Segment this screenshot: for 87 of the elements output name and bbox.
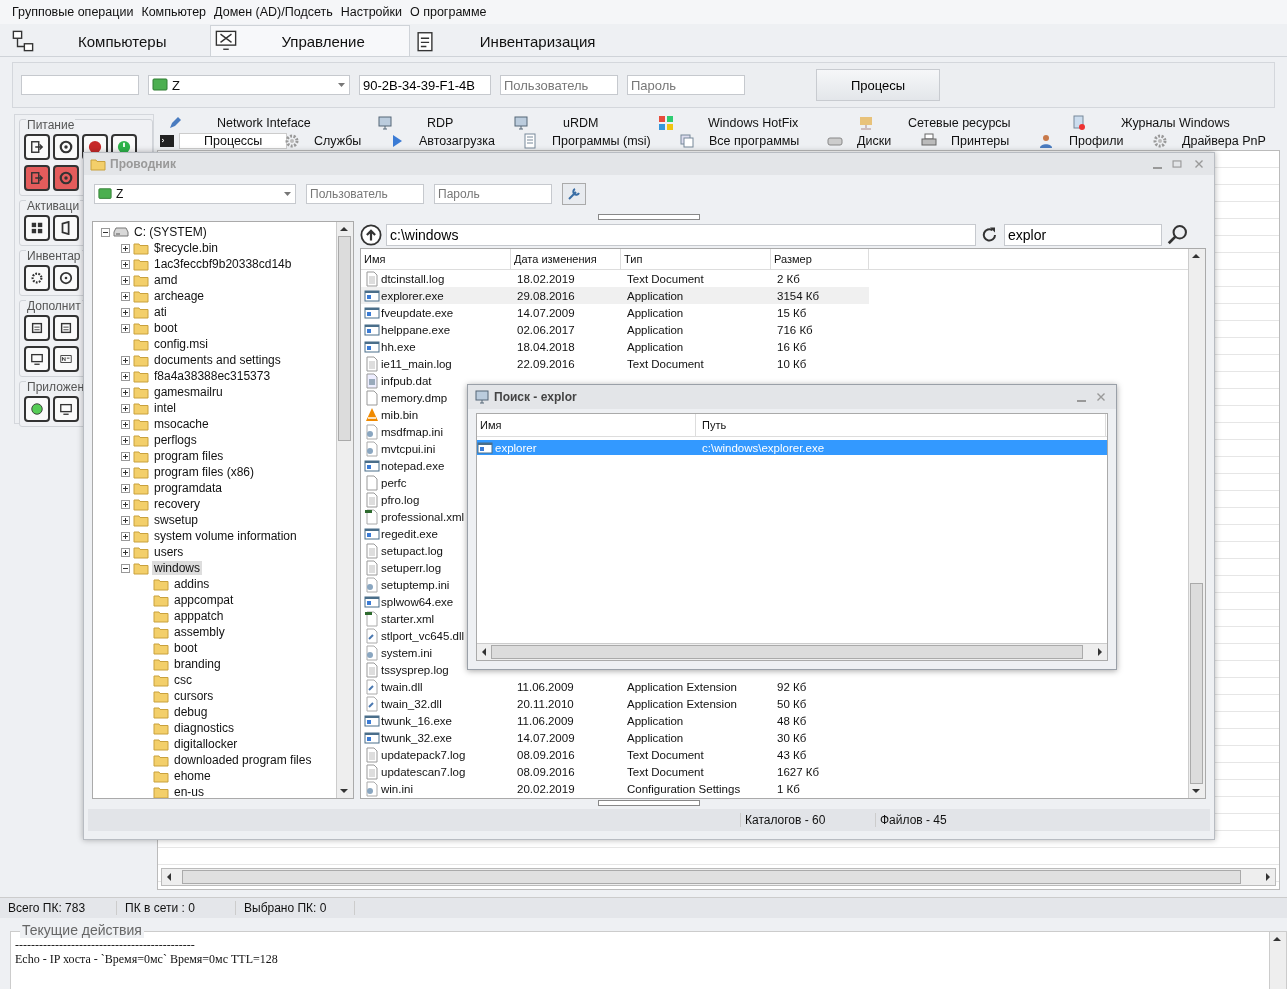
group-title: Приложен (26, 380, 85, 394)
type-cell-text: Application (626, 323, 685, 336)
group-title: Инвентар (26, 249, 82, 263)
status-text: ПК в сети : 0 (117, 901, 236, 915)
file-name: setuptemp.ini (381, 578, 450, 591)
group-title: Текущие действия (20, 922, 144, 938)
file-name: win.ini (381, 782, 413, 795)
size-cell-text: 92 Кб (776, 680, 808, 693)
group-title: Активаци (26, 199, 81, 213)
size-cell-text: 716 Кб (776, 323, 814, 336)
file-name: pfro.log (381, 493, 420, 506)
file-name: explorer.exe (381, 289, 444, 302)
window-title: Проводник (110, 157, 176, 171)
file-name: helppane.exe (381, 323, 451, 336)
file-name: mvtcpui.ini (381, 442, 436, 455)
date-cell-text: 14.07.2009 (516, 306, 576, 319)
size-cell-text: 10 Кб (776, 357, 808, 370)
date-cell-text: 14.07.2009 (516, 731, 576, 744)
file-name: twain_32.dll (381, 697, 442, 710)
size-cell-text: 30 Кб (776, 731, 808, 744)
type-cell-text: Configuration Settings (626, 782, 742, 795)
size-cell-text: 1627 Кб (776, 765, 821, 778)
date-cell-text: 11.06.2009 (516, 714, 575, 727)
size-cell-text: 43 Кб (776, 748, 808, 761)
file-name: professional.xml (381, 510, 465, 523)
date-cell-text: 22.09.2016 (516, 357, 576, 370)
status-text: Каталогов - 60 (740, 813, 875, 827)
file-name: system.ini (381, 646, 433, 659)
file-name: twunk_32.exe (381, 731, 452, 744)
size-cell-text: 48 Кб (776, 714, 808, 727)
file-name: tssysprep.log (381, 663, 449, 676)
group-title: Питание (26, 118, 76, 132)
file-name: notepad.exe (381, 459, 445, 472)
file-name: fveupdate.exe (381, 306, 454, 319)
type-cell-text: Application Extension (626, 697, 738, 710)
result-path: c:\windows\explorer.exe (701, 441, 826, 454)
date-cell-text: 08.09.2016 (516, 765, 576, 778)
type-cell-text: Text Document (626, 272, 705, 285)
type-cell-text: Application Extension (626, 680, 738, 693)
file-name: msdfmap.ini (381, 425, 443, 438)
date-cell-text: 29.08.2016 (516, 289, 576, 302)
status-text: Всего ПК: 783 (0, 901, 117, 915)
size-cell-text: 1 Кб (776, 782, 801, 795)
date-cell-text: 18.02.2019 (516, 272, 576, 285)
group-title: Дополнит (26, 299, 82, 313)
file-name: setupact.log (381, 544, 443, 557)
file-name: twunk_16.exe (381, 714, 452, 727)
file-name: starter.xml (381, 612, 435, 625)
log-line: Echo - IP хоста - `Время=0мс` Время=0мс TTL=128 (15, 952, 279, 966)
type-cell-text: Text Document (626, 357, 705, 370)
file-name: dtcinstall.log (381, 272, 445, 285)
size-cell-text: 2 Кб (776, 272, 801, 285)
file-name: updatescan7.log (381, 765, 466, 778)
type-cell-text: Application (626, 714, 685, 727)
log-line: --------------------------------------------- (15, 938, 196, 952)
file-name: ie11_main.log (381, 357, 452, 370)
file-name: regedit.exe (381, 527, 438, 540)
result-name: explorer (495, 441, 537, 454)
size-cell-text: 50 Кб (776, 697, 808, 710)
file-name: twain.dll (381, 680, 423, 693)
window-title: Поиск - explor (494, 390, 577, 404)
file-name: updatepack7.log (381, 748, 466, 761)
file-name: infpub.dat (381, 374, 432, 387)
date-cell-text: 20.11.2010 (516, 697, 575, 710)
file-name: stlport_vc645.dll (381, 629, 465, 642)
date-cell-text: 08.09.2016 (516, 748, 576, 761)
status-text: Выбрано ПК: 0 (236, 901, 355, 915)
type-cell-text: Application (626, 306, 685, 319)
type-cell-text: Application (626, 289, 685, 302)
date-cell-text: 20.02.2019 (516, 782, 576, 795)
type-cell-text: Application (626, 731, 685, 744)
date-cell-text: 18.04.2018 (516, 340, 576, 353)
file-name: hh.exe (381, 340, 416, 353)
file-name: mib.bin (381, 408, 419, 421)
file-name: perfc (381, 476, 407, 489)
size-cell-text: 16 Кб (776, 340, 808, 353)
date-cell-text: 11.06.2009 (516, 680, 575, 693)
date-cell-text: 02.06.2017 (516, 323, 576, 336)
type-cell-text: Application (626, 340, 685, 353)
file-name: memory.dmp (381, 391, 448, 404)
type-cell-text: Text Document (626, 765, 705, 778)
type-cell-text: Text Document (626, 748, 705, 761)
file-name: setuperr.log (381, 561, 442, 574)
size-cell-text: 3154 Кб (776, 289, 821, 302)
status-text: Файлов - 45 (875, 813, 1010, 827)
file-name: splwow64.exe (381, 595, 454, 608)
size-cell-text: 15 Кб (776, 306, 808, 319)
